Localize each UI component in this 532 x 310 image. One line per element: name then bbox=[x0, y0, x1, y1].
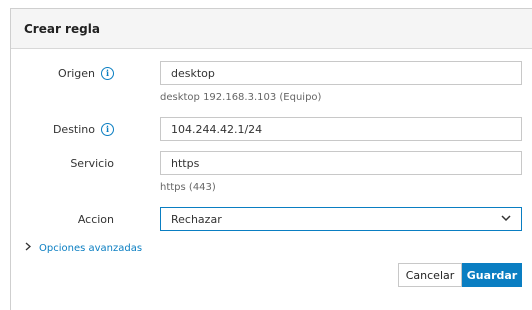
origin-input[interactable] bbox=[160, 61, 522, 85]
origin-label: Origen bbox=[58, 66, 95, 80]
service-helper-text: https (443) bbox=[160, 182, 216, 193]
dialog-title: Crear regla bbox=[24, 21, 100, 36]
destination-input[interactable] bbox=[160, 117, 522, 141]
origin-helper-text: desktop 192.168.3.103 (Equipo) bbox=[160, 92, 322, 103]
advanced-options-label: Opciones avanzadas bbox=[39, 242, 143, 254]
advanced-options-toggle[interactable]: Opciones avanzadas bbox=[25, 242, 142, 254]
chevron-down-icon bbox=[501, 214, 511, 225]
info-icon[interactable]: i bbox=[101, 122, 114, 136]
action-select[interactable]: Rechazar bbox=[160, 207, 522, 231]
origin-label-row: Origen i bbox=[11, 61, 114, 85]
create-rule-dialog: Crear regla Origen i desktop 192.168.3.1… bbox=[10, 8, 532, 310]
service-label-row: Servicio bbox=[11, 151, 114, 175]
save-button[interactable]: Guardar bbox=[462, 263, 522, 287]
cancel-button[interactable]: Cancelar bbox=[398, 263, 462, 287]
service-input[interactable] bbox=[160, 151, 522, 175]
info-icon[interactable]: i bbox=[101, 66, 114, 80]
action-label-row: Accion bbox=[11, 207, 114, 231]
destination-label-row: Destino i bbox=[11, 117, 114, 141]
action-label: Accion bbox=[77, 212, 114, 226]
dialog-header: Crear regla bbox=[11, 9, 532, 49]
chevron-right-icon bbox=[25, 242, 31, 254]
destination-label: Destino bbox=[52, 122, 95, 136]
service-label: Servicio bbox=[70, 156, 114, 170]
action-select-value: Rechazar bbox=[171, 212, 222, 226]
